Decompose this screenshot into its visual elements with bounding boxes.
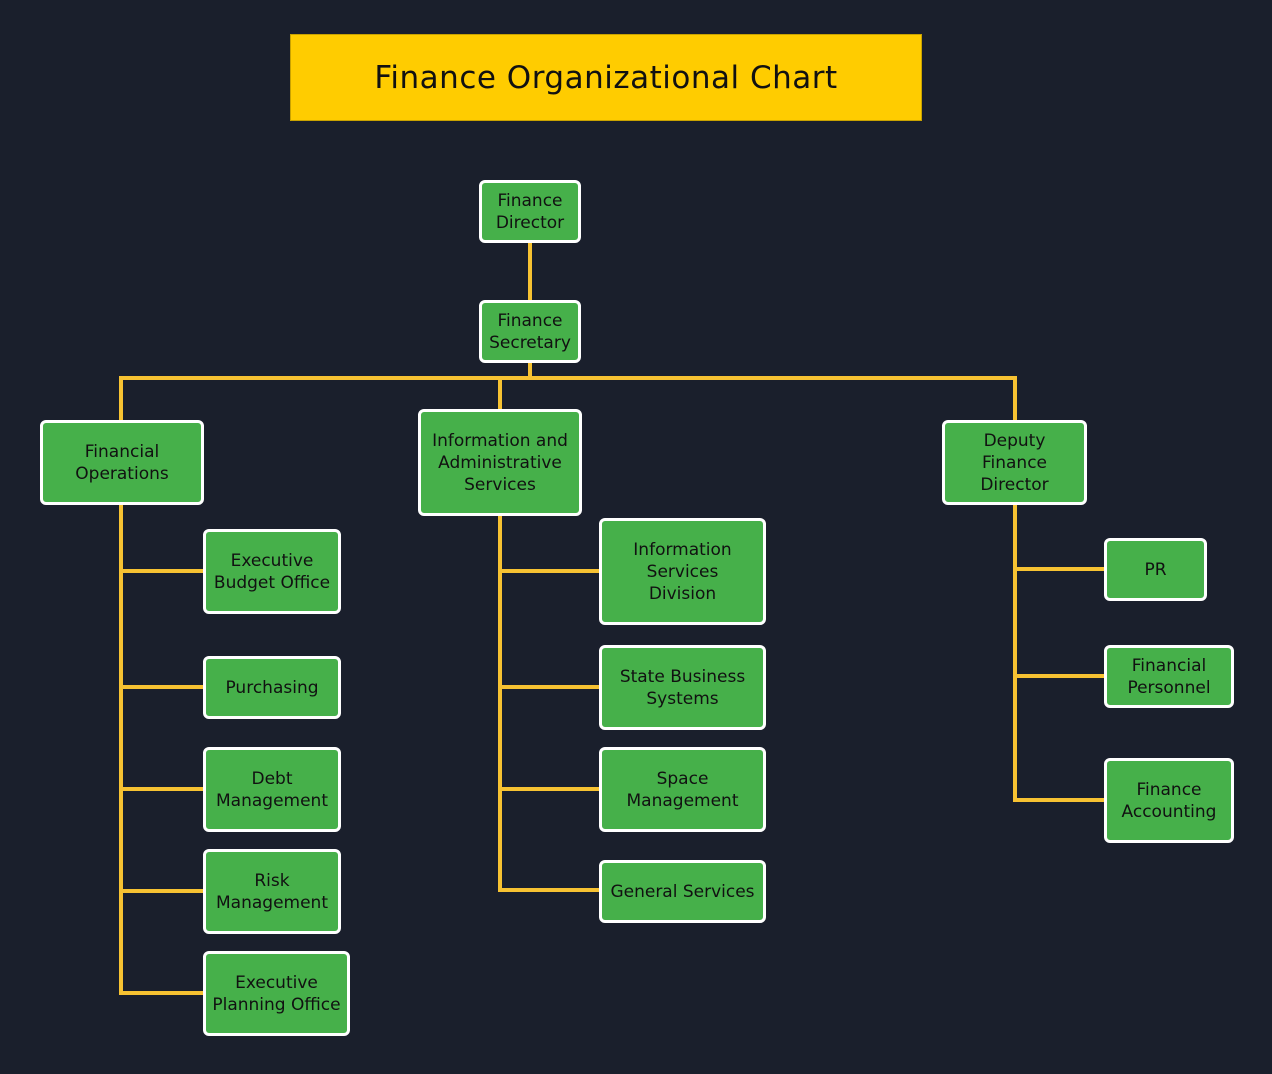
node-executive-budget-office[interactable]: Executive Budget Office	[203, 529, 341, 614]
node-finance-secretary[interactable]: Finance Secretary	[479, 300, 581, 363]
node-financial-operations[interactable]: Financial Operations	[40, 420, 204, 505]
node-financial-personnel[interactable]: Financial Personnel	[1104, 645, 1234, 708]
node-debt-management[interactable]: Debt Management	[203, 747, 341, 832]
node-deputy-finance-director[interactable]: Deputy Finance Director	[942, 420, 1087, 505]
node-risk-management[interactable]: Risk Management	[203, 849, 341, 934]
node-purchasing[interactable]: Purchasing	[203, 656, 341, 719]
node-executive-planning-office[interactable]: Executive Planning Office	[203, 951, 350, 1036]
node-pr[interactable]: PR	[1104, 538, 1207, 601]
node-finance-accounting[interactable]: Finance Accounting	[1104, 758, 1234, 843]
node-information-services-division[interactable]: Information Services Division	[599, 518, 766, 625]
node-finance-director[interactable]: Finance Director	[479, 180, 581, 243]
node-info-admin-services[interactable]: Information and Administrative Services	[418, 409, 582, 516]
node-state-business-systems[interactable]: State Business Systems	[599, 645, 766, 730]
node-general-services[interactable]: General Services	[599, 860, 766, 923]
node-space-management[interactable]: Space Management	[599, 747, 766, 832]
